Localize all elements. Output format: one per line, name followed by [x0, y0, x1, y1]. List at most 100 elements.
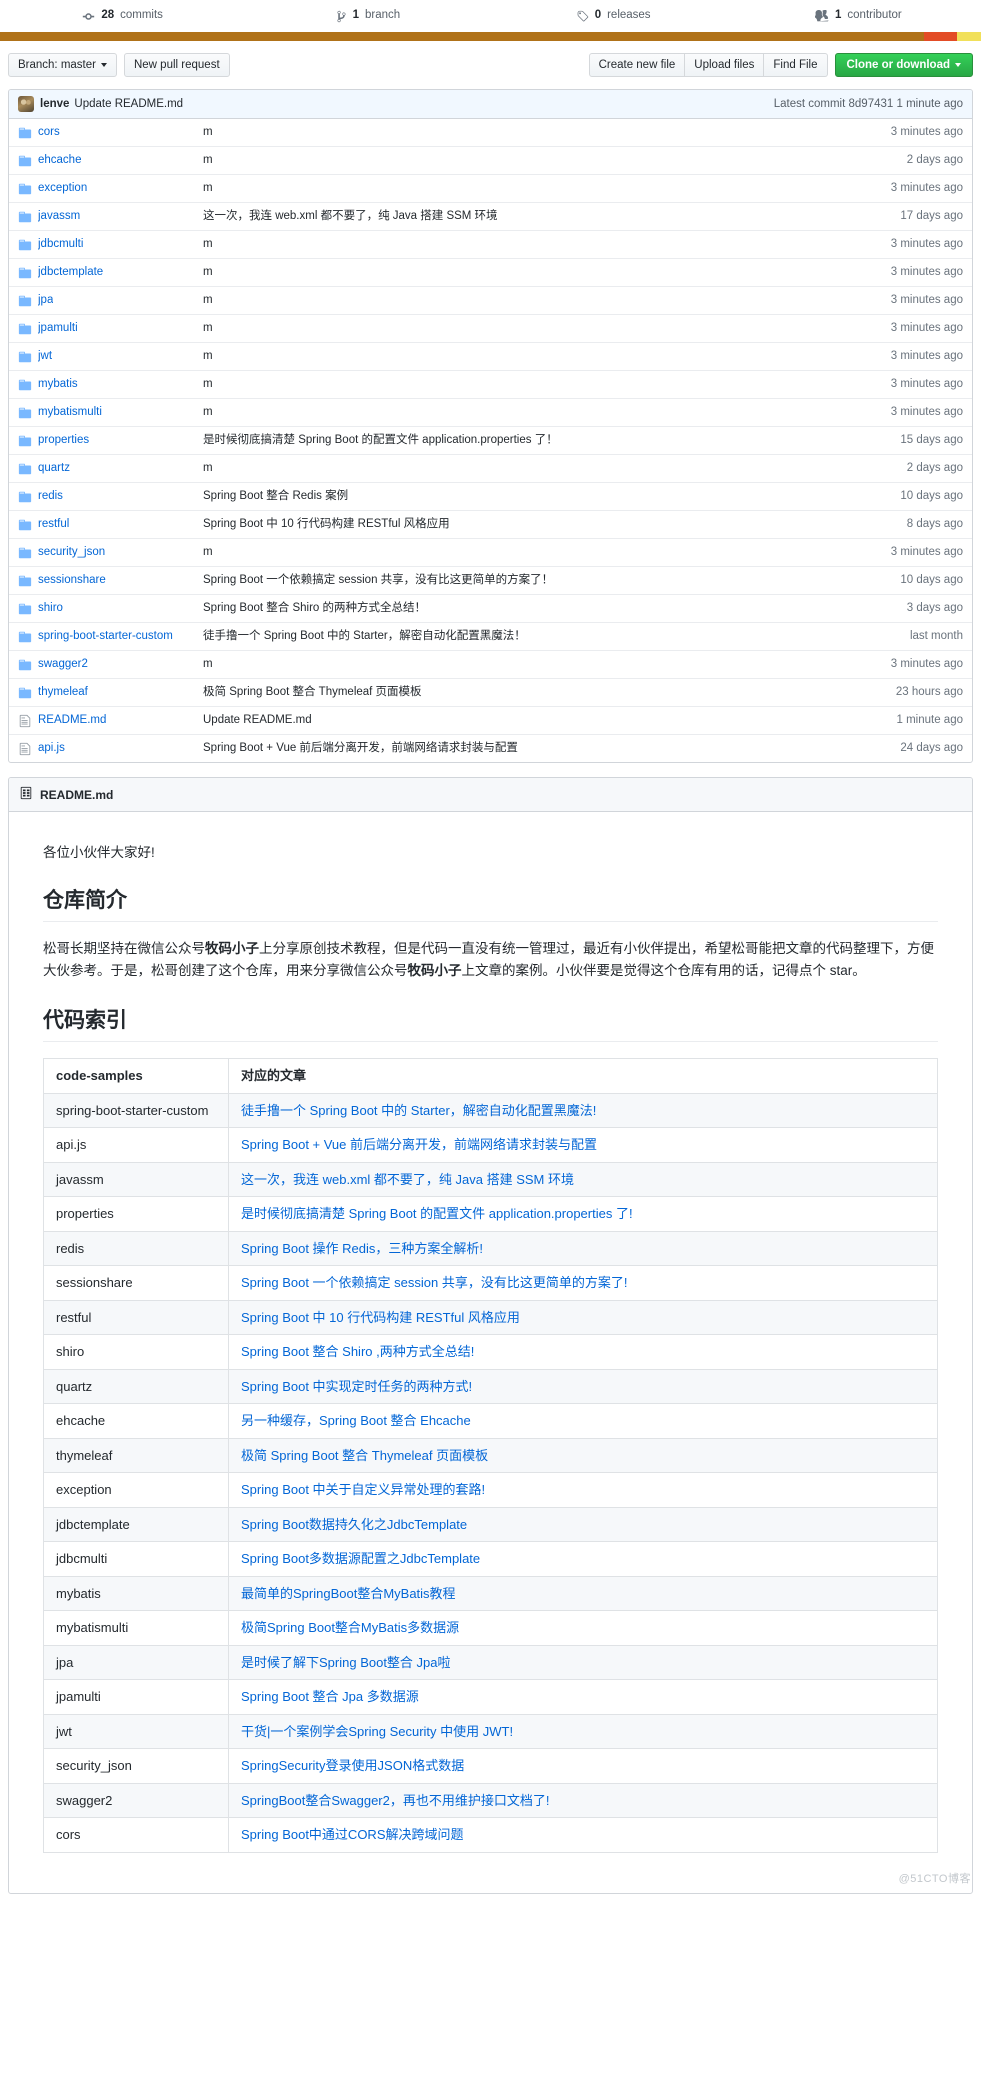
file-link[interactable]: thymeleaf	[38, 684, 88, 701]
file-commit-message[interactable]: Spring Boot 一个依赖搞定 session 共享，没有比这更简单的方案…	[203, 572, 890, 589]
file-link[interactable]: swagger2	[38, 656, 88, 673]
article-link[interactable]: Spring Boot + Vue 前后端分离开发，前端网络请求封装与配置	[241, 1137, 597, 1152]
file-link[interactable]: cors	[38, 124, 60, 141]
file-commit-message[interactable]: 极简 Spring Boot 整合 Thymeleaf 页面模板	[203, 684, 886, 701]
file-link[interactable]: jdbctemplate	[38, 264, 103, 281]
file-commit-message[interactable]: m	[203, 404, 881, 421]
file-commit-message[interactable]: m	[203, 544, 881, 561]
file-link[interactable]: jpa	[38, 292, 53, 309]
article-link[interactable]: SpringSecurity登录使用JSON格式数据	[241, 1758, 464, 1773]
file-row[interactable]: README.mdUpdate README.md1 minute ago	[9, 706, 972, 734]
file-link[interactable]: quartz	[38, 460, 70, 477]
file-link[interactable]: spring-boot-starter-custom	[38, 628, 173, 645]
file-commit-message[interactable]: Spring Boot + Vue 前后端分离开发，前端网络请求封装与配置	[203, 740, 890, 757]
commit-sha[interactable]: 8d97431	[849, 98, 894, 110]
file-row[interactable]: mybatismultim3 minutes ago	[9, 398, 972, 426]
article-link[interactable]: SpringBoot整合Swagger2，再也不用维护接口文档了!	[241, 1793, 549, 1808]
file-link[interactable]: properties	[38, 432, 89, 449]
file-commit-message[interactable]: m	[203, 320, 881, 337]
file-link[interactable]: README.md	[38, 712, 106, 729]
file-row[interactable]: spring-boot-starter-custom 徒手撸一个 Spring B…	[9, 622, 972, 650]
stat-contributors[interactable]: 1 contributor	[736, 10, 981, 23]
file-link[interactable]: jwt	[38, 348, 52, 365]
file-commit-message[interactable]: m	[203, 376, 881, 393]
article-link[interactable]: Spring Boot多数据源配置之JdbcTemplate	[241, 1551, 480, 1566]
article-link[interactable]: Spring Boot 一个依赖搞定 session 共享，没有比这更简单的方案…	[241, 1275, 627, 1290]
file-link[interactable]: ehcache	[38, 152, 81, 169]
article-link[interactable]: 极简Spring Boot整合MyBatis多数据源	[241, 1620, 459, 1635]
branch-selector-button[interactable]: Branch: master	[8, 53, 117, 77]
article-link[interactable]: Spring Boot 中 10 行代码构建 RESTful 风格应用	[241, 1310, 520, 1325]
file-commit-message[interactable]: m	[203, 292, 881, 309]
file-link[interactable]: javassm	[38, 208, 80, 225]
file-row[interactable]: javassm 这一次，我连 web.xml 都不要了，纯 Java 搭建 SSM…	[9, 202, 972, 230]
stat-commits[interactable]: 28 commits	[0, 10, 245, 23]
article-link[interactable]: 极简 Spring Boot 整合 Thymeleaf 页面模板	[241, 1448, 488, 1463]
file-row[interactable]: ehcachem2 days ago	[9, 146, 972, 174]
file-row[interactable]: shiroSpring Boot 整合 Shiro 的两种方式全总结！3 day…	[9, 594, 972, 622]
file-row[interactable]: sessionshare Spring Boot 一个依赖搞定 session 共…	[9, 566, 972, 594]
clone-or-download-button[interactable]: Clone or download	[835, 53, 974, 77]
article-link[interactable]: 另一种缓存，Spring Boot 整合 Ehcache	[241, 1413, 471, 1428]
create-new-file-button[interactable]: Create new file	[589, 53, 686, 77]
file-row[interactable]: jpam3 minutes ago	[9, 286, 972, 314]
file-row[interactable]: mybatism3 minutes ago	[9, 370, 972, 398]
find-file-button[interactable]: Find File	[764, 53, 827, 77]
file-link[interactable]: mybatis	[38, 376, 78, 393]
file-row[interactable]: swagger2m3 minutes ago	[9, 650, 972, 678]
commit-message[interactable]: Update README.md	[74, 98, 183, 110]
file-commit-message[interactable]: m	[203, 152, 897, 169]
file-link[interactable]: shiro	[38, 600, 63, 617]
file-row[interactable]: security_jsonm3 minutes ago	[9, 538, 972, 566]
file-row[interactable]: api.js Spring Boot + Vue 前后端分离开发，前端网络请求封装…	[9, 734, 972, 762]
file-commit-message[interactable]: Spring Boot 整合 Shiro 的两种方式全总结！	[203, 600, 897, 617]
file-link[interactable]: security_json	[38, 544, 105, 561]
article-link[interactable]: Spring Boot 整合 Jpa 多数据源	[241, 1689, 419, 1704]
file-commit-message[interactable]: m	[203, 180, 881, 197]
file-link[interactable]: exception	[38, 180, 87, 197]
file-commit-message[interactable]: 是时候彻底搞清楚 Spring Boot 的配置文件 application.p…	[203, 432, 890, 449]
file-link[interactable]: restful	[38, 516, 69, 533]
article-link[interactable]: 最简单的SpringBoot整合MyBatis教程	[241, 1586, 456, 1601]
file-row[interactable]: quartzm2 days ago	[9, 454, 972, 482]
file-row[interactable]: corsm3 minutes ago	[9, 119, 972, 146]
file-commit-message[interactable]: m	[203, 236, 881, 253]
article-link[interactable]: 徒手撸一个 Spring Boot 中的 Starter，解密自动化配置黑魔法!	[241, 1103, 596, 1118]
stat-releases[interactable]: 0 releases	[491, 10, 736, 23]
file-commit-message[interactable]: m	[203, 460, 897, 477]
file-commit-message[interactable]: 这一次，我连 web.xml 都不要了，纯 Java 搭建 SSM 环境	[203, 208, 890, 225]
article-link[interactable]: 干货|一个案例学会Spring Security 中使用 JWT!	[241, 1724, 513, 1739]
file-commit-message[interactable]: Spring Boot 中 10 行代码构建 RESTful 风格应用	[203, 516, 897, 533]
file-commit-message[interactable]: Update README.md	[203, 712, 887, 729]
file-commit-message[interactable]: m	[203, 656, 881, 673]
file-commit-message[interactable]: Spring Boot 整合 Redis 案例	[203, 488, 890, 505]
file-row[interactable]: restful Spring Boot 中 10 行代码构建 RESTful 风格…	[9, 510, 972, 538]
article-link[interactable]: 是时候彻底搞清楚 Spring Boot 的配置文件 application.p…	[241, 1206, 633, 1221]
upload-files-button[interactable]: Upload files	[685, 53, 764, 77]
file-commit-message[interactable]: m	[203, 264, 881, 281]
article-link[interactable]: Spring Boot中通过CORS解决跨域问题	[241, 1827, 464, 1842]
new-pull-request-button[interactable]: New pull request	[124, 53, 230, 77]
article-link[interactable]: Spring Boot 操作 Redis，三种方案全解析!	[241, 1241, 483, 1256]
file-row[interactable]: properties 是时候彻底搞清楚 Spring Boot 的配置文件 app…	[9, 426, 972, 454]
file-commit-message[interactable]: 徒手撸一个 Spring Boot 中的 Starter，解密自动化配置黑魔法！	[203, 628, 900, 645]
file-link[interactable]: api.js	[38, 740, 65, 757]
commit-author[interactable]: lenve	[40, 98, 69, 110]
stat-branches[interactable]: 1 branch	[245, 10, 490, 23]
file-link[interactable]: redis	[38, 488, 63, 505]
file-link[interactable]: jpamulti	[38, 320, 78, 337]
file-row[interactable]: redisSpring Boot 整合 Redis 案例10 days ago	[9, 482, 972, 510]
file-row[interactable]: jpamultim3 minutes ago	[9, 314, 972, 342]
file-link[interactable]: sessionshare	[38, 572, 106, 589]
article-link[interactable]: 是时候了解下Spring Boot整合 Jpa啦	[241, 1655, 451, 1670]
file-commit-message[interactable]: m	[203, 348, 881, 365]
file-row[interactable]: exceptionm3 minutes ago	[9, 174, 972, 202]
file-row[interactable]: jdbctemplatem3 minutes ago	[9, 258, 972, 286]
article-link[interactable]: 这一次，我连 web.xml 都不要了，纯 Java 搭建 SSM 环境	[241, 1172, 574, 1187]
article-link[interactable]: Spring Boot 中实现定时任务的两种方式!	[241, 1379, 472, 1394]
file-row[interactable]: thymeleaf 极简 Spring Boot 整合 Thymeleaf 页面模…	[9, 678, 972, 706]
file-link[interactable]: mybatismulti	[38, 404, 102, 421]
file-link[interactable]: jdbcmulti	[38, 236, 83, 253]
article-link[interactable]: Spring Boot数据持久化之JdbcTemplate	[241, 1517, 467, 1532]
file-row[interactable]: jdbcmultim3 minutes ago	[9, 230, 972, 258]
